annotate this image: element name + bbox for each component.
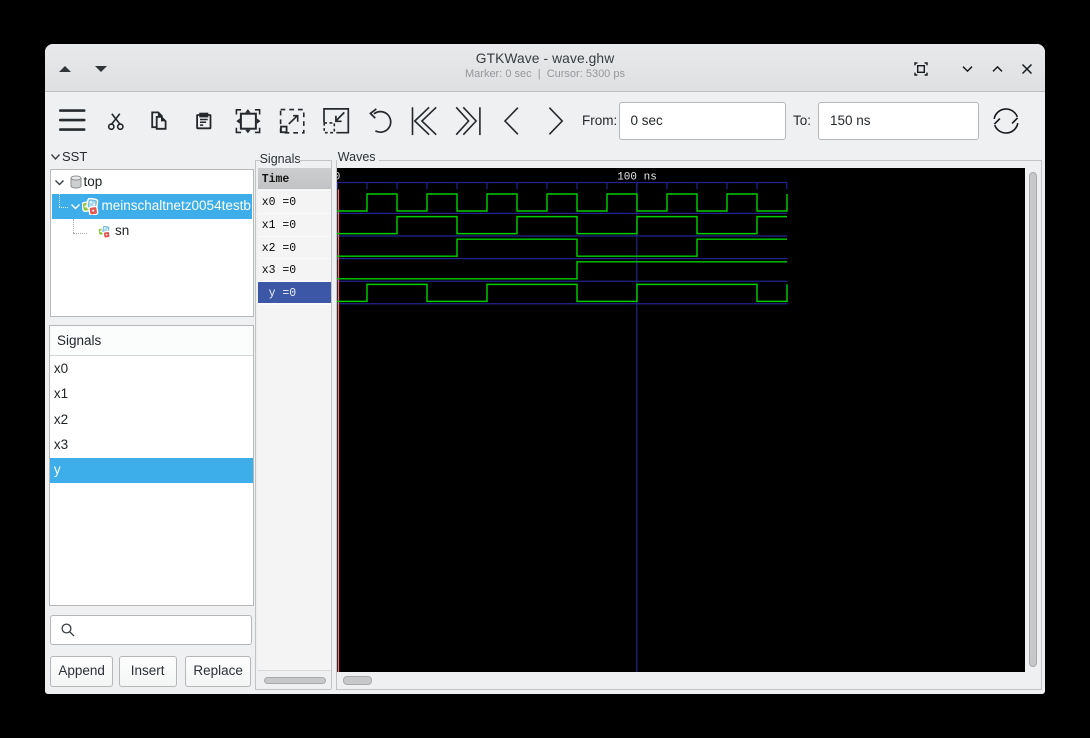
svg-text:100 ns: 100 ns	[617, 171, 657, 183]
svg-text:0: 0	[337, 171, 340, 183]
